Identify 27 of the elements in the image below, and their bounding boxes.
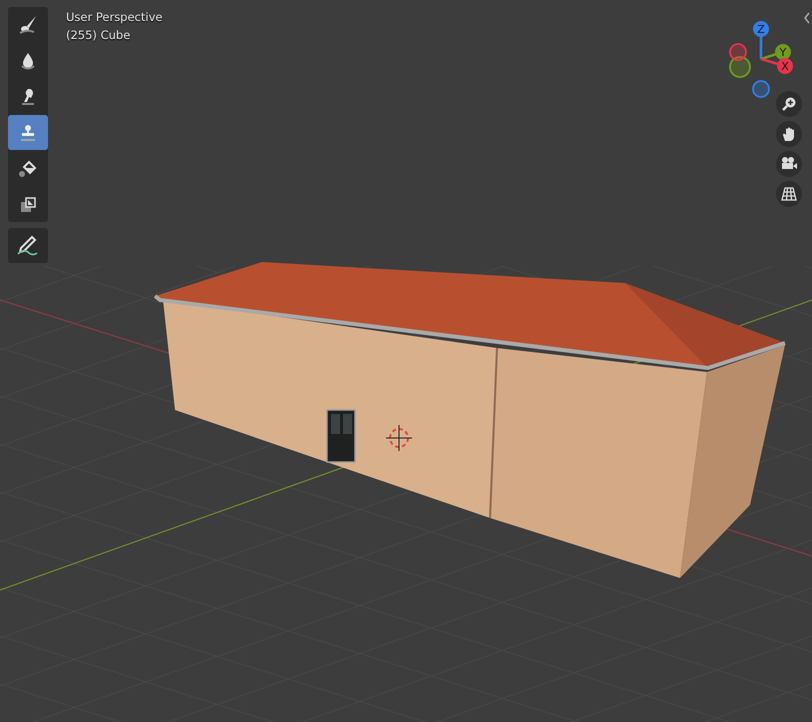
axis-label: Y	[780, 46, 786, 59]
axis-handle[interactable]	[753, 21, 769, 37]
cursor-icon	[386, 424, 412, 452]
axis-handle[interactable]	[777, 58, 793, 74]
bucket-icon	[18, 158, 38, 178]
hand-icon	[781, 126, 797, 142]
chevron-left-icon[interactable]	[803, 10, 811, 26]
tool-button[interactable]	[8, 228, 48, 263]
grid-icon	[781, 186, 797, 202]
object-info-label: (255) Cube	[66, 27, 132, 44]
layers-icon	[18, 194, 38, 214]
negative-axis-handle[interactable]	[729, 56, 751, 78]
axis-label: X	[781, 60, 789, 73]
movie-camera-icon	[780, 156, 798, 172]
negative-axis-handle[interactable]	[729, 43, 747, 61]
pan-button[interactable]	[776, 121, 802, 147]
stamp-icon	[18, 122, 38, 142]
axis-handle[interactable]	[775, 44, 791, 60]
zoom-in-icon	[781, 96, 797, 112]
zoom-button[interactable]	[776, 91, 802, 117]
ortho-toggle-button[interactable]	[776, 181, 802, 207]
view-name-label: User Perspective	[66, 9, 162, 26]
brush-icon	[18, 14, 38, 34]
pencil-icon	[16, 234, 40, 256]
camera-view-button[interactable]	[776, 151, 802, 177]
negative-axis-handle[interactable]	[752, 80, 770, 98]
axis-label: Z	[757, 23, 765, 36]
